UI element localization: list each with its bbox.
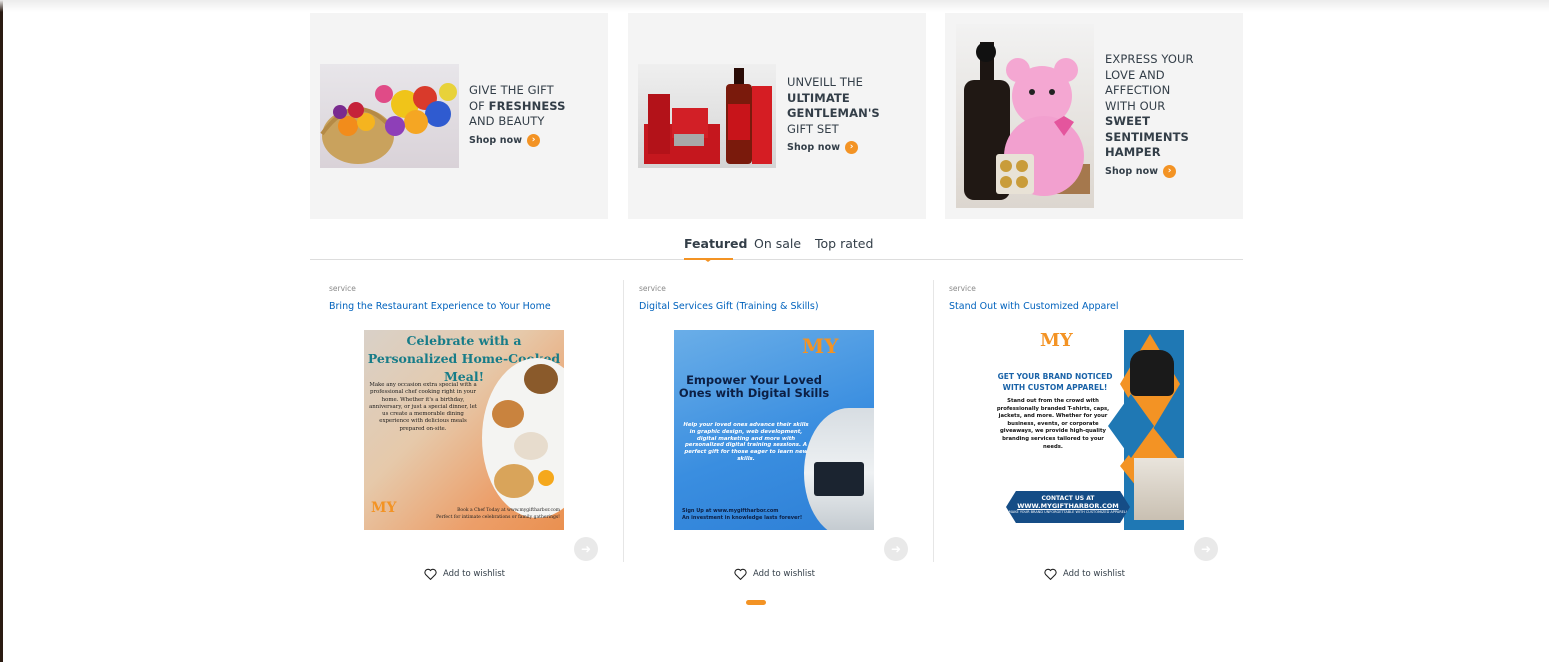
- thumb-logo: MY: [802, 334, 839, 358]
- chevron-right-icon: ›: [845, 141, 859, 155]
- product-title[interactable]: Stand Out with Customized Apparel: [949, 301, 1119, 312]
- banner-line-bold: SENTIMENTS: [1105, 129, 1189, 144]
- product-card-apparel: service Stand Out with Customized Appare…: [930, 280, 1240, 580]
- thumb-body: Make any occasion extra special with a p…: [369, 382, 477, 432]
- banner-fresh-gift[interactable]: GIVE THE GIFT OF FRESHNESS AND BEAUTY Sh…: [310, 13, 608, 219]
- window-edge: [0, 0, 3, 662]
- contact-line: MAKE YOUR BRAND UNFORGETTABLE WITH CUSTO…: [1008, 510, 1128, 514]
- add-to-cart-button[interactable]: ➜: [884, 537, 908, 561]
- header-shadow: [0, 0, 1549, 12]
- contact-line: CONTACT US AT: [1041, 495, 1095, 502]
- banner-gentleman-gift[interactable]: UNVEILL THE ULTIMATE GENTLEMAN'S GIFT SE…: [628, 13, 926, 219]
- thumb-footer-line: Perfect for intimate celebrations or fam…: [436, 514, 560, 520]
- wishlist-label: Add to wishlist: [1063, 569, 1126, 579]
- add-to-cart-button[interactable]: ➜: [1194, 537, 1218, 561]
- heart-icon: [734, 568, 747, 580]
- thumb-heading: Empower Your Loved Ones with Digital Ski…: [678, 373, 830, 400]
- product-thumbnail[interactable]: MY GET YOUR BRAND NOTICED WITH CUSTOM AP…: [984, 330, 1184, 530]
- shop-now-link[interactable]: Shop now ›: [1105, 164, 1194, 180]
- tab-on-sale[interactable]: On sale: [754, 236, 801, 251]
- carousel-page-dot[interactable]: [746, 600, 766, 605]
- laptop-graphic: [814, 462, 864, 496]
- product-thumbnail[interactable]: Celebrate with a Personalized Home-Cooke…: [364, 330, 564, 530]
- chevron-right-icon: ›: [1163, 164, 1177, 178]
- product-card-chef: service Bring the Restaurant Experience …: [310, 280, 620, 580]
- banner-line-bold: FRESHNESS: [488, 98, 566, 113]
- product-category[interactable]: service: [329, 284, 356, 293]
- thumb-footer-line: An investment in knowledge lasts forever…: [682, 515, 803, 521]
- shop-now-label: Shop now: [469, 134, 523, 146]
- banner-line: GIVE THE GIFT: [469, 83, 554, 97]
- chevron-right-icon: ›: [527, 133, 541, 147]
- food-dish-graphic: [524, 364, 558, 394]
- banner-line: EXPRESS YOUR: [1105, 52, 1194, 66]
- banner-line: AND BEAUTY: [469, 114, 545, 128]
- thumb-footer: Book a Chef Today at www.mygiftharbor.co…: [428, 508, 564, 521]
- tab-top-rated[interactable]: Top rated: [815, 236, 873, 251]
- thumb-footer: Sign Up at www.mygiftharbor.com An inves…: [682, 508, 802, 522]
- food-dish-graphic: [538, 470, 554, 486]
- shop-now-link[interactable]: Shop now ›: [469, 133, 566, 149]
- fruit-basket-image: [320, 64, 459, 168]
- banner-text: EXPRESS YOUR LOVE AND AFFECTION WITH OUR…: [1105, 52, 1194, 179]
- product-card-digital: service Digital Services Gift (Training …: [620, 280, 930, 580]
- teddy-hamper-image: [956, 24, 1094, 208]
- banner-line: AFFECTION: [1105, 83, 1171, 97]
- wishlist-label: Add to wishlist: [443, 569, 506, 579]
- product-thumbnail[interactable]: MY Empower Your Loved Ones with Digital …: [674, 330, 874, 530]
- banner-line: UNVEILL THE: [787, 75, 864, 89]
- shop-now-label: Shop now: [1105, 165, 1159, 177]
- thumb-logo: MY: [371, 500, 397, 516]
- banner-line-bold: ULTIMATE: [787, 90, 850, 105]
- banner-line: OF FRESHNESS: [469, 99, 566, 115]
- active-tab-notch: [704, 259, 712, 262]
- tab-featured[interactable]: Featured: [684, 236, 747, 251]
- product-category[interactable]: service: [949, 284, 976, 293]
- food-dish-graphic: [494, 464, 534, 498]
- thumb-footer-line: Sign Up at www.mygiftharbor.com: [682, 508, 779, 514]
- thumb-body: Stand out from the crowd with profession…: [996, 398, 1110, 450]
- add-to-wishlist-button[interactable]: Add to wishlist: [734, 568, 815, 580]
- heart-icon: [424, 568, 437, 580]
- banner-text: UNVEILL THE ULTIMATE GENTLEMAN'S GIFT SE…: [787, 75, 880, 156]
- banner-line: LOVE AND: [1105, 67, 1165, 82]
- add-to-wishlist-button[interactable]: Add to wishlist: [1044, 568, 1125, 580]
- product-tabs: Featured On sale Top rated: [310, 236, 1243, 260]
- contact-line: WWW.MYGIFTHARBOR.COM: [1017, 502, 1119, 510]
- thumb-heading: GET YOUR BRAND NOTICED WITH CUSTOM APPAR…: [997, 372, 1113, 392]
- banner-line-bold: GENTLEMAN'S: [787, 106, 880, 120]
- wishlist-label: Add to wishlist: [753, 569, 816, 579]
- food-dish-graphic: [514, 432, 548, 460]
- thumb-logo: MY: [1040, 330, 1073, 351]
- heart-icon: [1044, 568, 1057, 580]
- product-title[interactable]: Bring the Restaurant Experience to Your …: [329, 301, 551, 312]
- banner-line-bold: HAMPER: [1105, 145, 1161, 159]
- hoodie-graphic: [1130, 350, 1174, 396]
- banner-line: GIFT SET: [787, 121, 839, 136]
- gift-set-image: [638, 64, 776, 168]
- food-dish-graphic: [492, 400, 524, 428]
- banner-text: GIVE THE GIFT OF FRESHNESS AND BEAUTY Sh…: [469, 83, 566, 148]
- banner-line-prefix: OF: [469, 98, 489, 113]
- thumb-body: Help your loved ones advance their skill…: [683, 422, 809, 462]
- banner-line: WITH OUR: [1105, 98, 1166, 113]
- banner-line-bold: SWEET: [1105, 114, 1151, 128]
- add-to-cart-button[interactable]: ➜: [574, 537, 598, 561]
- product-category[interactable]: service: [639, 284, 666, 293]
- shop-now-link[interactable]: Shop now ›: [787, 140, 880, 156]
- banner-sweet-sentiments[interactable]: EXPRESS YOUR LOVE AND AFFECTION WITH OUR…: [945, 13, 1243, 219]
- person-photo: [1134, 458, 1184, 520]
- shop-now-label: Shop now: [787, 142, 841, 153]
- thumb-contact-banner: CONTACT US AT WWW.MYGIFTHARBOR.COM MAKE …: [1006, 491, 1130, 523]
- add-to-wishlist-button[interactable]: Add to wishlist: [424, 568, 505, 580]
- product-title[interactable]: Digital Services Gift (Training & Skills…: [639, 301, 819, 312]
